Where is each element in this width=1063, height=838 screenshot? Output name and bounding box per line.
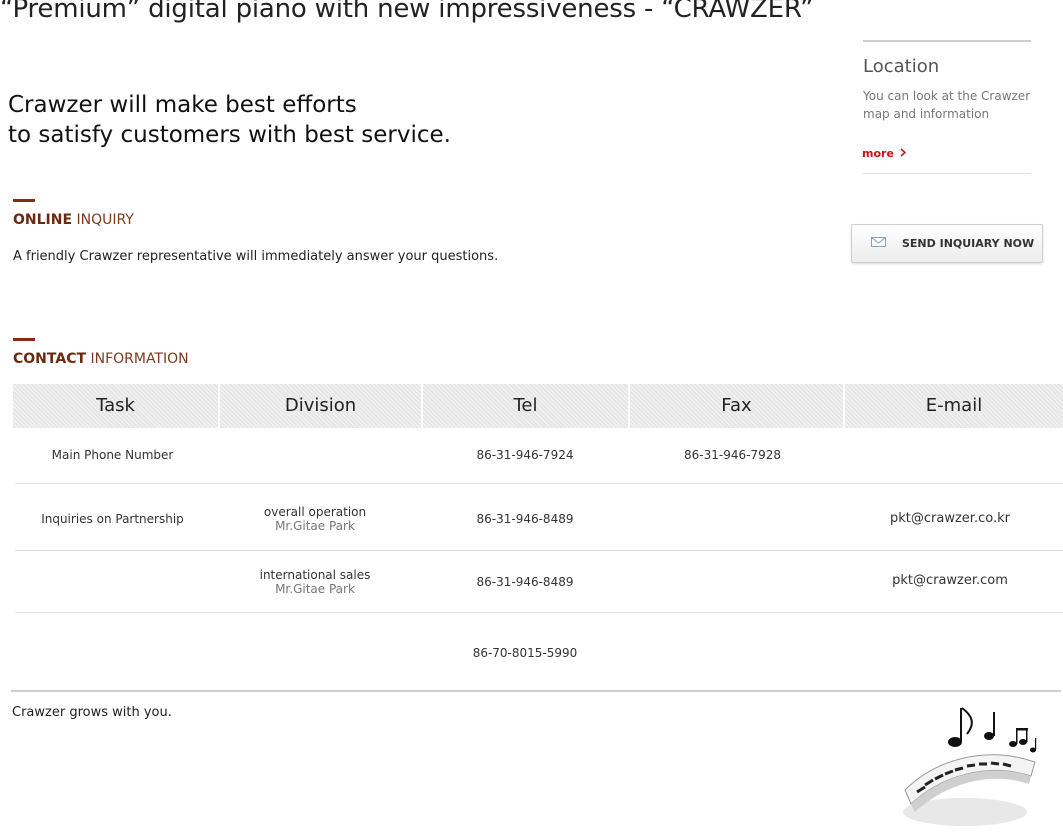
table-row: 86-70-8015-5990 [15,613,1063,690]
envelope-icon [871,237,886,247]
contact-table: Task Division Tel Fax E-mail Main Phone … [13,384,1063,690]
contact-info-bar [13,338,35,341]
location-box: Location You can look at the Crawzer map… [862,40,1031,174]
cell-tel: 86-31-946-8489 [476,575,574,589]
column-header-division: Division [220,384,423,428]
piano-keyboard-notes-icon [903,707,1037,826]
table-row: Main Phone Number 86-31-946-7924 86-31-9… [15,428,1063,484]
location-more-link[interactable]: more [862,147,906,160]
footer-divider [11,690,1061,692]
column-header-fax: Fax [630,384,845,428]
cell-division: overall operation Mr.Gitae Park [215,505,415,533]
column-header-task: Task [13,384,220,428]
column-header-tel: Tel [423,384,630,428]
cell-email[interactable]: pkt@crawzer.co.kr [850,511,1050,526]
online-inquiry-title-rest: INQUIRY [72,212,134,228]
column-header-email: E-mail [845,384,1063,428]
online-inquiry-title: ONLINE INQUIRY [13,212,134,228]
table-header: Task Division Tel Fax E-mail [13,384,1063,428]
footer-text: Crawzer grows with you. [12,705,172,720]
division-name: international sales [259,568,371,582]
lead-line-1: Crawzer will make best efforts [8,92,357,118]
table-row: Inquiries on Partnership overall operati… [15,484,1063,551]
location-title: Location [863,56,940,77]
send-inquiry-button[interactable]: SEND INQUIARY NOW [851,224,1043,263]
division-name: overall operation [263,505,367,519]
cell-tel: 86-31-946-8489 [476,512,574,526]
contact-info-title-rest: INFORMATION [86,351,189,367]
online-inquiry-description: A friendly Crawzer representative will i… [13,249,499,264]
cell-task: Inquiries on Partnership [41,512,184,526]
lead-statement: Crawzer will make best efforts to satisf… [8,90,451,150]
lead-line-2: to satisfy customers with best service. [8,122,451,148]
cell-tel: 86-70-8015-5990 [472,646,578,660]
cell-fax: 86-31-946-7928 [684,448,781,462]
chevron-right-icon [900,148,906,157]
online-inquiry-bar [13,199,35,202]
cell-tel: 86-31-946-7924 [476,448,574,462]
table-row: international sales Mr.Gitae Park 86-31-… [15,551,1063,613]
send-inquiry-label: SEND INQUIARY NOW [902,237,1035,250]
contact-info-title: CONTACT INFORMATION [13,351,189,367]
more-label: more [862,147,894,160]
location-text: You can look at the Crawzer map and info… [863,89,1031,121]
page-tagline: “Premium” digital piano with new impress… [0,0,814,24]
contact-info-title-bold: CONTACT [13,351,87,367]
division-person: Mr.Gitae Park [275,582,355,596]
division-person: Mr.Gitae Park [275,519,355,533]
online-inquiry-title-bold: ONLINE [13,212,73,228]
cell-division: international sales Mr.Gitae Park [215,568,415,596]
cell-task: Main Phone Number [51,448,174,462]
cell-email[interactable]: pkt@crawzer.com [850,573,1050,588]
